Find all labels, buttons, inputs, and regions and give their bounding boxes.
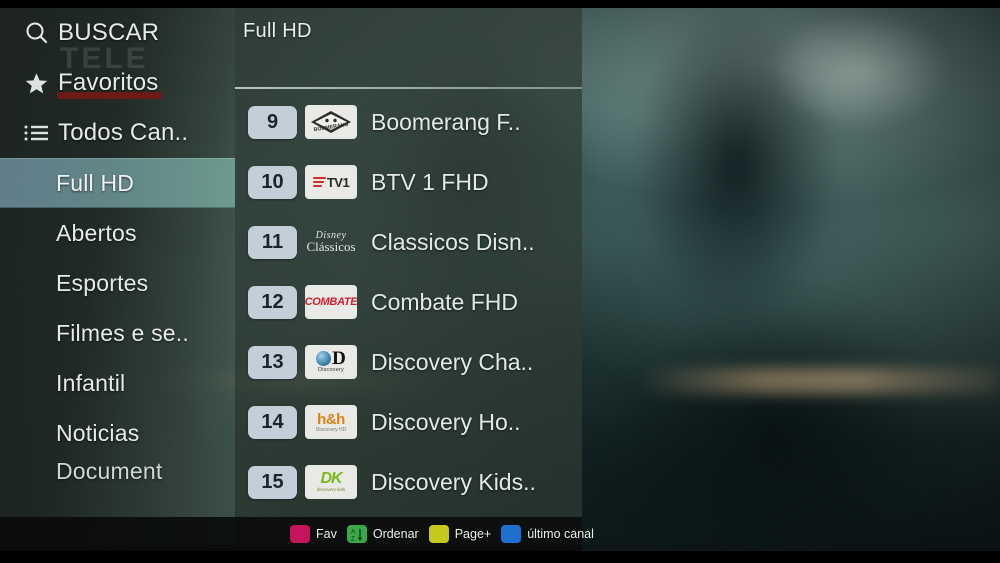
- pink-key-icon: [290, 525, 310, 543]
- channel-number-badge: 11: [248, 225, 297, 259]
- channel-number-badge: 14: [248, 405, 297, 439]
- sidebar-item-documentarios[interactable]: Document: [0, 458, 235, 492]
- svg-text:Z: Z: [351, 536, 355, 542]
- channel-name: Discovery Kids..: [371, 468, 536, 495]
- header-divider: [235, 87, 582, 89]
- sidebar-item-todos-canais[interactable]: Todos Can..: [0, 108, 235, 158]
- discovery-hh-logo: h&h Discovery HD: [305, 405, 357, 439]
- legend-item-page-plus[interactable]: Page+: [428, 525, 492, 543]
- channel-row[interactable]: 11 Disney Clássicos Classicos Disn..: [235, 212, 582, 272]
- blue-key-icon: [501, 525, 522, 543]
- sidebar-item-favoritos[interactable]: Favoritos: [0, 58, 235, 108]
- legend-label: Fav: [316, 527, 337, 541]
- hh-sub-wordmark: Discovery HD: [315, 426, 347, 433]
- legend-item-fav[interactable]: Fav: [290, 525, 337, 543]
- discovery-kids-logo: DK discovery kids: [305, 465, 357, 499]
- channel-number-badge: 12: [248, 285, 297, 319]
- channel-pane-title: Full HD: [243, 20, 312, 42]
- combate-wordmark: COMBATE: [305, 296, 357, 308]
- channel-browser-overlay: TELE BUSCAR Favoritos Todos Can.. Full H…: [0, 8, 594, 551]
- dkids-wordmark: DK: [320, 470, 342, 488]
- combate-logo: COMBATE: [305, 285, 357, 319]
- channel-name: Classicos Disn..: [371, 228, 535, 255]
- sort-az-icon: A Z: [346, 525, 367, 543]
- channel-row[interactable]: 15 DK discovery kids Discovery Kids..: [235, 452, 582, 512]
- sidebar-item-label: Todos Can..: [58, 119, 189, 146]
- channel-list-pane: Full HD 9 BOOMERANG Boomerang F.. 10 TV1…: [235, 8, 582, 545]
- channel-name: Discovery Cha..: [371, 348, 534, 375]
- channel-name: BTV 1 FHD: [371, 168, 489, 195]
- star-icon: [24, 71, 58, 96]
- btv1-logo: TV1: [305, 165, 357, 199]
- sidebar-item-label: Noticias: [56, 419, 140, 446]
- sidebar-item-noticias[interactable]: Noticias: [0, 408, 235, 458]
- channel-number-badge: 9: [248, 105, 297, 139]
- tv-screen: TELE BUSCAR Favoritos Todos Can.. Full H…: [0, 0, 1000, 563]
- legend-label: Page+: [454, 527, 492, 541]
- sidebar-item-buscar[interactable]: BUSCAR: [0, 8, 235, 58]
- sidebar-item-full-hd[interactable]: Full HD: [0, 158, 235, 208]
- sidebar-item-esportes[interactable]: Esportes: [0, 258, 235, 308]
- channel-list[interactable]: 9 BOOMERANG Boomerang F.. 10 TV1 BTV 1 F…: [235, 92, 582, 517]
- channel-row[interactable]: 9 BOOMERANG Boomerang F..: [235, 92, 582, 152]
- discovery-wordmark: Discovery: [318, 366, 344, 373]
- discovery-d-mark: D: [332, 347, 346, 369]
- sidebar-item-label: Esportes: [56, 269, 149, 296]
- legend-label: Ordenar: [372, 527, 419, 541]
- color-key-legend: Fav A Z Ordenar Page+ último canal: [0, 517, 594, 551]
- channel-number-badge: 13: [248, 345, 297, 379]
- dkids-sub-wordmark: discovery kids: [316, 487, 346, 493]
- sidebar-item-label: Document: [56, 458, 163, 484]
- letterbox-bottom: [0, 551, 1000, 563]
- svg-text:A: A: [351, 529, 355, 535]
- sidebar-item-label: Favoritos: [58, 69, 159, 96]
- boomerang-logo: BOOMERANG: [305, 105, 357, 139]
- sidebar-item-label: BUSCAR: [58, 19, 160, 46]
- hh-wordmark: h&h: [317, 410, 345, 428]
- sidebar-item-abertos[interactable]: Abertos: [0, 208, 235, 258]
- channel-number-badge: 10: [248, 165, 297, 199]
- sidebar-item-label: Full HD: [56, 169, 135, 196]
- channel-name: Combate FHD: [371, 288, 518, 315]
- legend-item-ultimo-canal[interactable]: último canal: [501, 525, 594, 543]
- list-icon: [24, 123, 58, 143]
- yellow-key-icon: [428, 525, 449, 543]
- channel-name: Discovery Ho..: [371, 408, 521, 435]
- sidebar-item-label: Abertos: [56, 219, 137, 246]
- discovery-channel-logo: D Discovery: [305, 345, 357, 379]
- channel-number-badge: 15: [248, 465, 297, 499]
- channel-row[interactable]: 10 TV1 BTV 1 FHD: [235, 152, 582, 212]
- sidebar-item-label: Infantil: [56, 369, 126, 396]
- channel-row[interactable]: 13 D Discovery Discovery Cha..: [235, 332, 582, 392]
- btv-wordmark: TV1: [326, 174, 350, 190]
- classicos-wordmark: Clássicos: [306, 239, 356, 254]
- channel-name: Boomerang F..: [371, 108, 521, 135]
- channel-row[interactable]: 12 COMBATE Combate FHD: [235, 272, 582, 332]
- category-sidebar[interactable]: TELE BUSCAR Favoritos Todos Can.. Full H…: [0, 8, 235, 545]
- legend-item-ordenar[interactable]: A Z Ordenar: [346, 525, 419, 543]
- letterbox-top: [0, 0, 1000, 8]
- disney-classicos-logo: Disney Clássicos: [305, 225, 357, 259]
- channel-pane-header: Full HD: [235, 8, 582, 46]
- search-icon: [24, 20, 58, 46]
- sidebar-item-infantil[interactable]: Infantil: [0, 358, 235, 408]
- btv-stripes: [312, 176, 326, 188]
- sidebar-item-label: Filmes e se..: [56, 319, 189, 346]
- channel-row[interactable]: 14 h&h Discovery HD Discovery Ho..: [235, 392, 582, 452]
- globe-icon: [316, 351, 332, 367]
- sidebar-item-filmes-e-series[interactable]: Filmes e se..: [0, 308, 235, 358]
- legend-label: último canal: [527, 527, 594, 541]
